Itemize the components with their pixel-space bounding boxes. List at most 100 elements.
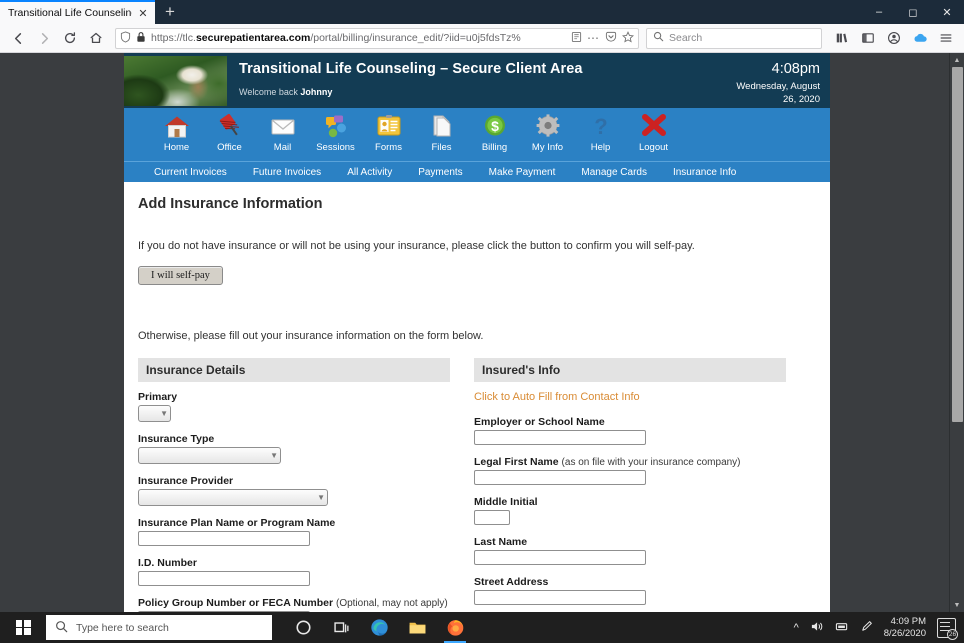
field-label-text: Legal First Name [474, 456, 559, 468]
nav-item-office[interactable]: Office [203, 108, 256, 153]
pushpin-icon [215, 112, 245, 141]
nav-item-help[interactable]: ? Help [574, 108, 627, 153]
show-hidden-icons-icon[interactable]: ^ [794, 622, 799, 634]
street-address-input[interactable] [474, 590, 646, 605]
nav-item-sessions[interactable]: Sessions [309, 108, 362, 153]
primary-select[interactable]: ▼ [138, 405, 171, 422]
legal-first-name-input[interactable] [474, 470, 646, 485]
svg-text:?: ? [594, 114, 607, 139]
nav-item-forms[interactable]: Forms [362, 108, 415, 153]
insurance-type-select[interactable]: ▼ [138, 447, 281, 464]
search-bar[interactable]: Search [646, 27, 822, 49]
url-prefix: https://tlc. [151, 32, 196, 44]
middle-initial-input[interactable] [474, 510, 510, 525]
site-container: Transitional Life Counseling – Secure Cl… [124, 53, 830, 612]
auto-fill-link[interactable]: Click to Auto Fill from Contact Info [474, 391, 786, 403]
url-bar[interactable]: https://tlc.securepatientarea.com/portal… [115, 27, 639, 49]
gear-icon [533, 112, 563, 141]
close-window-button[interactable]: ✕ [930, 0, 964, 24]
welcome-message: Welcome back Johnny [239, 87, 680, 97]
page-title: Add Insurance Information [138, 196, 323, 212]
taskbar-clock[interactable]: 4:09 PM 8/26/2020 [884, 616, 926, 640]
back-arrow-icon[interactable] [6, 27, 30, 49]
home-icon[interactable] [84, 27, 108, 49]
maximize-button[interactable]: ◻ [896, 0, 930, 24]
nav-item-files[interactable]: Files [415, 108, 468, 153]
cortana-icon[interactable] [284, 612, 322, 643]
site-header: Transitional Life Counseling – Secure Cl… [124, 53, 830, 108]
subnav-item-make-payment[interactable]: Make Payment [489, 167, 556, 178]
windows-start-icon[interactable] [0, 612, 46, 643]
browser-tab[interactable]: Transitional Life Counseling - Secur ✕ [0, 0, 155, 24]
field-legal-first-name: Legal First Name (as on file with your i… [474, 456, 786, 485]
field-insurance-type: Insurance Type ▼ [138, 433, 450, 464]
subnav-item-future-invoices[interactable]: Future Invoices [253, 167, 321, 178]
account-icon[interactable] [882, 27, 906, 49]
ellipsis-icon[interactable]: ⋯ [587, 32, 600, 44]
file-explorer-icon[interactable] [398, 612, 436, 643]
star-icon[interactable] [621, 30, 635, 46]
reader-view-icon[interactable] [571, 31, 582, 46]
site-title: Transitional Life Counseling – Secure Cl… [239, 61, 583, 77]
window-controls: ‒ ◻ ✕ [862, 0, 964, 24]
reload-icon[interactable] [58, 27, 82, 49]
forward-arrow-icon[interactable] [32, 27, 56, 49]
firefox-icon[interactable] [436, 612, 474, 643]
volume-icon[interactable] [810, 620, 824, 636]
library-icon[interactable] [830, 27, 854, 49]
plan-name-input[interactable] [138, 531, 310, 546]
minimize-button[interactable]: ‒ [862, 0, 896, 24]
microsoft-edge-icon[interactable] [360, 612, 398, 643]
employer-school-input[interactable] [474, 430, 646, 445]
nav-label: Help [590, 142, 611, 153]
field-insurance-provider: Insurance Provider ▼ [138, 475, 450, 506]
scroll-down-arrow-icon[interactable]: ▼ [950, 598, 964, 612]
field-primary: Primary ▼ [138, 391, 450, 422]
nav-item-billing[interactable]: $ Billing [468, 108, 521, 153]
page-scrollbar[interactable]: ▲ ▼ [949, 53, 964, 612]
subnav-item-manage-cards[interactable]: Manage Cards [581, 167, 647, 178]
nav-item-logout[interactable]: Logout [627, 108, 680, 153]
subnav-item-payments[interactable]: Payments [418, 167, 462, 178]
insurance-details-column: Insurance Details Primary ▼ Insurance Ty… [138, 358, 450, 612]
sidebar-icon[interactable] [856, 27, 880, 49]
red-x-icon [639, 112, 669, 141]
network-icon[interactable] [835, 620, 849, 636]
page-content: Add Insurance Information If you do not … [124, 182, 830, 612]
scrollbar-thumb[interactable] [952, 67, 963, 422]
taskbar-search-input[interactable]: Type here to search [46, 615, 272, 640]
chat-bubbles-icon [321, 112, 351, 141]
field-label: Middle Initial [474, 496, 538, 508]
sync-cloud-icon[interactable] [908, 27, 932, 49]
hamburger-menu-icon[interactable] [934, 27, 958, 49]
pocket-icon[interactable] [605, 31, 617, 46]
scroll-up-arrow-icon[interactable]: ▲ [950, 53, 964, 67]
nav-item-mail[interactable]: Mail [256, 108, 309, 153]
browser-tab-strip: Transitional Life Counseling - Secur ✕ +… [0, 0, 964, 24]
chevron-down-icon: ▼ [270, 450, 278, 460]
field-label-note: (as on file with your insurance company) [561, 457, 741, 468]
toolbar-icons [830, 27, 958, 49]
nav-item-my-info[interactable]: My Info [521, 108, 574, 153]
action-center-icon[interactable]: 26 [937, 617, 958, 640]
field-label: Insurance Plan Name or Program Name [138, 517, 336, 529]
new-tab-button[interactable]: + [155, 0, 185, 24]
self-pay-button[interactable]: I will self-pay [138, 266, 223, 285]
field-employer-school: Employer or School Name [474, 416, 786, 445]
subnav-item-insurance-info[interactable]: Insurance Info [673, 167, 736, 178]
field-label: Insurance Type [138, 433, 215, 445]
last-name-input[interactable] [474, 550, 646, 565]
nav-item-home[interactable]: Home [150, 108, 203, 153]
documents-icon [427, 112, 457, 141]
task-view-icon[interactable] [322, 612, 360, 643]
url-host: securepatientarea.com [195, 32, 311, 44]
chevron-down-icon: ▼ [160, 408, 168, 418]
taskbar-date: 8/26/2020 [883, 627, 926, 639]
id-number-input[interactable] [138, 571, 310, 586]
insurance-provider-select[interactable]: ▼ [138, 489, 328, 506]
envelope-icon [268, 112, 298, 141]
pen-icon[interactable] [860, 620, 873, 636]
subnav-item-current-invoices[interactable]: Current Invoices [154, 167, 227, 178]
tab-close-icon[interactable]: ✕ [136, 7, 150, 20]
subnav-item-all-activity[interactable]: All Activity [347, 167, 392, 178]
